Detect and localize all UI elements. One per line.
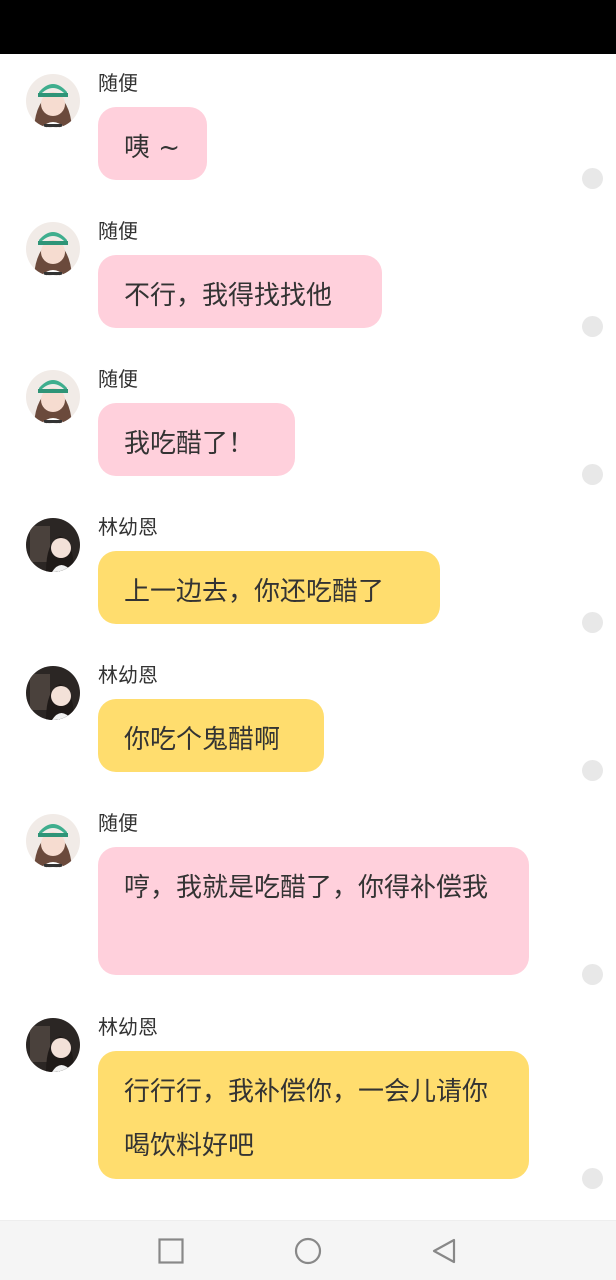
chat-message: 林幼恩 行行行，我补偿你，一会儿请你喝饮料好吧 [0,998,616,1208]
read-status-dot [582,316,603,337]
message-bubble[interactable]: 哼，我就是吃醋了，你得补偿我 [98,847,529,975]
message-bubble[interactable]: 咦 ~ [98,107,207,180]
sender-name: 林幼恩 [98,663,158,687]
chat-message: 随便 咦 ~ [0,54,616,202]
sender-name: 随便 [98,219,138,243]
recents-button[interactable] [157,1237,185,1265]
read-status-dot [582,168,603,189]
avatar-suibian-icon [26,74,80,128]
sender-name: 随便 [98,71,138,95]
avatar-linyouen-icon [26,666,80,720]
read-status-dot [582,964,603,985]
avatar-suibian[interactable] [26,370,80,424]
avatar-suibian-icon [26,370,80,424]
home-button[interactable] [294,1237,322,1265]
sender-name: 随便 [98,367,138,391]
avatar-suibian[interactable] [26,814,80,868]
chat-message: 随便 我吃醋了！ [0,350,616,498]
status-bar [0,0,616,54]
avatar-linyouen-icon [26,1018,80,1072]
avatar-linyouen[interactable] [26,1018,80,1072]
avatar-suibian[interactable] [26,222,80,276]
avatar-linyouen[interactable] [26,666,80,720]
square-icon [158,1238,184,1264]
message-bubble[interactable]: 你吃个鬼醋啊 [98,699,324,772]
read-status-dot [582,612,603,633]
circle-icon [294,1237,322,1265]
avatar-suibian-icon [26,222,80,276]
message-bubble[interactable]: 我吃醋了！ [98,403,295,476]
message-bubble[interactable]: 不行，我得找找他 [98,255,382,328]
read-status-dot [582,464,603,485]
chat-message: 林幼恩 上一边去，你还吃醋了 [0,498,616,646]
avatar-linyouen[interactable] [26,518,80,572]
sender-name: 随便 [98,811,138,835]
avatar-suibian-icon [26,814,80,868]
back-button[interactable] [430,1237,458,1265]
chat-message: 随便 不行，我得找找他 [0,202,616,350]
chat-message: 林幼恩 你吃个鬼醋啊 [0,646,616,794]
message-bubble[interactable]: 上一边去，你还吃醋了 [98,551,440,624]
sender-name: 林幼恩 [98,515,158,539]
read-status-dot [582,1168,603,1189]
triangle-back-icon [432,1238,456,1264]
system-navigation-bar [0,1220,616,1280]
message-bubble[interactable]: 行行行，我补偿你，一会儿请你喝饮料好吧 [98,1051,529,1179]
avatar-linyouen-icon [26,518,80,572]
sender-name: 林幼恩 [98,1015,158,1039]
avatar-suibian[interactable] [26,74,80,128]
chat-message-list[interactable]: 随便 咦 ~ 随便 不行，我得找找他 随便 我吃醋了！ 林幼恩 上一边去，你还吃… [0,54,616,1220]
chat-message: 随便 哼，我就是吃醋了，你得补偿我 [0,794,616,996]
read-status-dot [582,760,603,781]
